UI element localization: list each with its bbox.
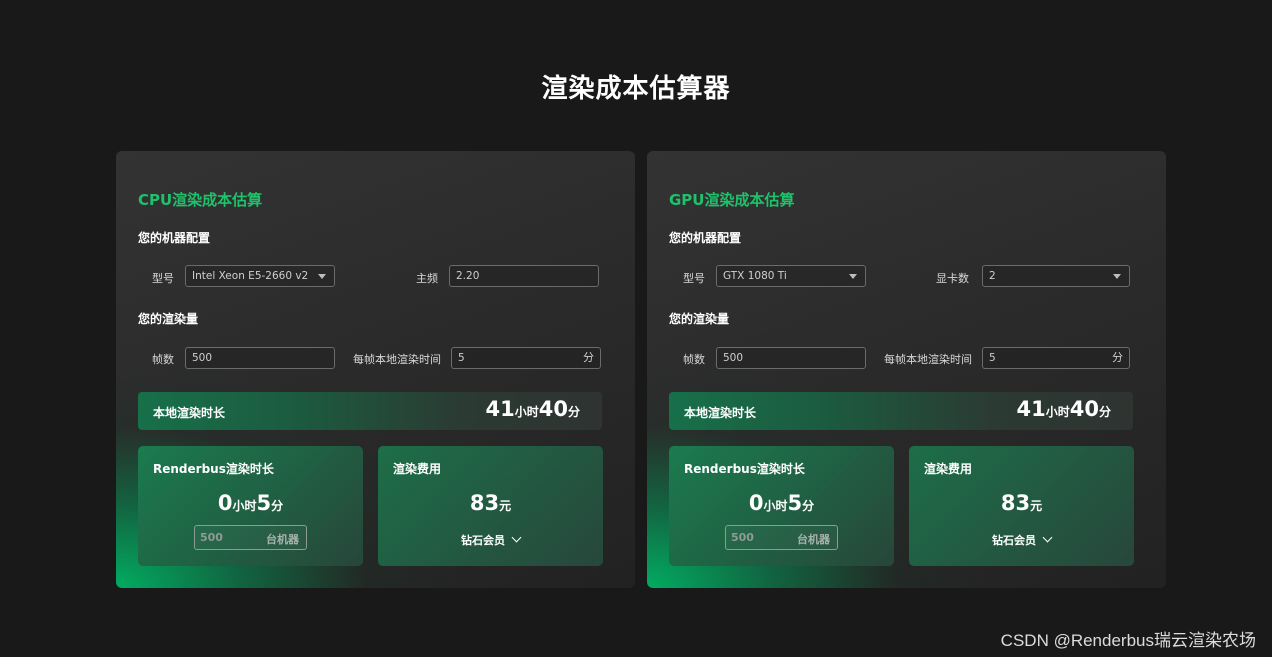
- chevron-down-icon: [511, 532, 522, 543]
- machine-count-unit: 台机器: [266, 533, 299, 546]
- local-render-duration-value: 41小时40分: [1016, 397, 1112, 421]
- membership-value: 钻石会员: [992, 534, 1036, 547]
- model-value: GTX 1080 Ti: [723, 270, 787, 282]
- per-frame-time-unit: 分: [583, 351, 594, 364]
- render-fee-label: 渲染费用: [393, 462, 442, 476]
- local-render-duration-label: 本地渲染时长: [153, 406, 226, 420]
- per-frame-time-label: 每帧本地渲染时间: [884, 353, 972, 366]
- frames-label: 帧数: [683, 353, 705, 366]
- machine-count-input[interactable]: 500 台机器: [725, 525, 838, 550]
- gpu-estimate-card: GPU渲染成本估算 您的机器配置 型号 GTX 1080 Ti 显卡数 2 您的…: [647, 151, 1166, 588]
- chevron-down-icon: [1042, 532, 1053, 543]
- renderbus-duration-card: Renderbus渲染时长 0小时5分 500 台机器: [669, 446, 894, 566]
- renderbus-duration-label: Renderbus渲染时长: [684, 462, 805, 476]
- gpu-count-select[interactable]: 2: [982, 265, 1130, 287]
- per-frame-time-value: 5: [989, 352, 996, 364]
- frequency-label: 主频: [416, 272, 438, 285]
- render-fee-value: 83元: [1000, 491, 1043, 515]
- membership-value: 钻石会员: [461, 534, 505, 547]
- per-frame-time-label: 每帧本地渲染时间: [353, 353, 441, 366]
- machine-count-unit: 台机器: [797, 533, 830, 546]
- render-fee-label: 渲染费用: [924, 462, 973, 476]
- machine-count-value: 500: [731, 531, 754, 544]
- per-frame-time-unit: 分: [1112, 351, 1123, 364]
- model-label: 型号: [152, 272, 174, 285]
- frames-input[interactable]: 500: [716, 347, 866, 369]
- render-fee-card: 渲染费用 83元 钻石会员: [378, 446, 603, 566]
- renderbus-duration-value: 0小时5分: [217, 491, 284, 515]
- estimator-page: 渲染成本估算器 CPU渲染成本估算 您的机器配置 型号 Intel Xeon E…: [0, 0, 1272, 657]
- per-frame-time-value: 5: [458, 352, 465, 364]
- renderbus-duration-value: 0小时5分: [748, 491, 815, 515]
- frequency-value: 2.20: [456, 270, 480, 282]
- model-select[interactable]: Intel Xeon E5-2660 v2: [185, 265, 335, 287]
- renderbus-duration-label: Renderbus渲染时长: [153, 462, 274, 476]
- renderbus-duration-card: Renderbus渲染时长 0小时5分 500 台机器: [138, 446, 363, 566]
- machine-count-value: 500: [200, 531, 223, 544]
- chevron-down-icon: [318, 274, 326, 279]
- local-render-duration-value: 41小时40分: [485, 397, 581, 421]
- card-title: CPU渲染成本估算: [138, 191, 263, 209]
- local-render-duration-label: 本地渲染时长: [684, 406, 757, 420]
- gpu-count-value: 2: [989, 270, 996, 282]
- frames-value: 500: [723, 352, 744, 364]
- model-select[interactable]: GTX 1080 Ti: [716, 265, 866, 287]
- model-label: 型号: [683, 272, 705, 285]
- machine-count-input[interactable]: 500 台机器: [194, 525, 307, 550]
- frames-label: 帧数: [152, 353, 174, 366]
- membership-select[interactable]: 钻石会员: [909, 532, 1134, 548]
- render-fee-card: 渲染费用 83元 钻石会员: [909, 446, 1134, 566]
- per-frame-time-input[interactable]: 5 分: [982, 347, 1130, 369]
- cpu-estimate-card: CPU渲染成本估算 您的机器配置 型号 Intel Xeon E5-2660 v…: [116, 151, 635, 588]
- card-title: GPU渲染成本估算: [669, 191, 795, 209]
- render-fee-value: 83元: [469, 491, 512, 515]
- local-render-duration-bar: 本地渲染时长 41小时40分: [138, 392, 602, 430]
- membership-select[interactable]: 钻石会员: [378, 532, 603, 548]
- frames-input[interactable]: 500: [185, 347, 335, 369]
- watermark: CSDN @Renderbus瑞云渲染农场: [1000, 631, 1256, 650]
- page-title: 渲染成本估算器: [541, 74, 731, 104]
- chevron-down-icon: [849, 274, 857, 279]
- local-render-duration-bar: 本地渲染时长 41小时40分: [669, 392, 1133, 430]
- machine-config-heading: 您的机器配置: [669, 231, 742, 245]
- per-frame-time-input[interactable]: 5 分: [451, 347, 601, 369]
- gpu-count-label: 显卡数: [936, 272, 969, 285]
- chevron-down-icon: [1113, 274, 1121, 279]
- machine-config-heading: 您的机器配置: [138, 231, 211, 245]
- render-volume-heading: 您的渲染量: [669, 312, 730, 326]
- frequency-input[interactable]: 2.20: [449, 265, 599, 287]
- frames-value: 500: [192, 352, 213, 364]
- model-value: Intel Xeon E5-2660 v2: [192, 270, 309, 282]
- render-volume-heading: 您的渲染量: [138, 312, 199, 326]
